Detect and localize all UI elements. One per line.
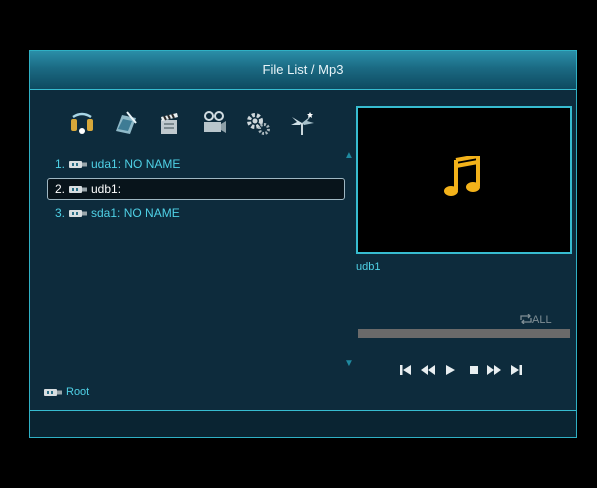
root-label: Root [66, 386, 90, 398]
root-location[interactable]: Root [44, 386, 89, 398]
preview-pane [356, 106, 572, 254]
list-item-number: 1. [54, 157, 65, 171]
rewind-icon[interactable] [420, 362, 436, 378]
usb-drive-icon [69, 184, 87, 195]
playback-controls [398, 362, 530, 380]
music-category-icon[interactable] [68, 109, 96, 137]
stop-icon[interactable] [466, 362, 482, 378]
list-item-udb1[interactable]: 2. udb1: [47, 178, 345, 200]
title-bar: File List / Mp3 [30, 51, 576, 90]
list-item-number: 2. [54, 182, 65, 196]
list-item-number: 3. [54, 206, 65, 220]
status-bar [30, 411, 576, 437]
file-list-window: File List / Mp3 1. uda1: NO NAME 2. udb1: … [29, 50, 577, 438]
progress-bar[interactable] [358, 329, 570, 338]
usb-drive-icon [69, 208, 87, 219]
game-category-icon[interactable] [288, 109, 316, 137]
list-item-label: sda1: NO NAME [91, 206, 180, 220]
repeat-mode[interactable]: ALL [520, 313, 552, 326]
repeat-icon [520, 313, 532, 325]
window-title: File List / Mp3 [262, 62, 344, 77]
list-item-sda1[interactable]: 3. sda1: NO NAME [48, 203, 344, 223]
prev-track-icon[interactable] [398, 362, 414, 378]
usb-drive-icon [44, 387, 62, 398]
fast-forward-icon[interactable] [486, 362, 502, 378]
list-item-label: udb1: [91, 182, 122, 196]
preview-filename: udb1 [356, 261, 381, 273]
photo-category-icon[interactable] [112, 109, 140, 137]
scroll-up-icon[interactable]: ▲ [344, 150, 354, 161]
scroll-down-icon[interactable]: ▼ [344, 358, 354, 369]
file-browser-panel [30, 90, 352, 410]
movie-category-icon[interactable] [156, 109, 184, 137]
list-item-uda1[interactable]: 1. uda1: NO NAME [48, 154, 344, 174]
play-icon[interactable] [442, 362, 458, 378]
settings-category-icon[interactable] [244, 109, 272, 137]
repeat-mode-label: ALL [532, 314, 552, 326]
next-track-icon[interactable] [508, 362, 524, 378]
list-item-label: uda1: NO NAME [91, 157, 181, 171]
music-note-icon [444, 156, 480, 196]
recording-category-icon[interactable] [200, 109, 228, 137]
usb-drive-icon [69, 159, 87, 170]
